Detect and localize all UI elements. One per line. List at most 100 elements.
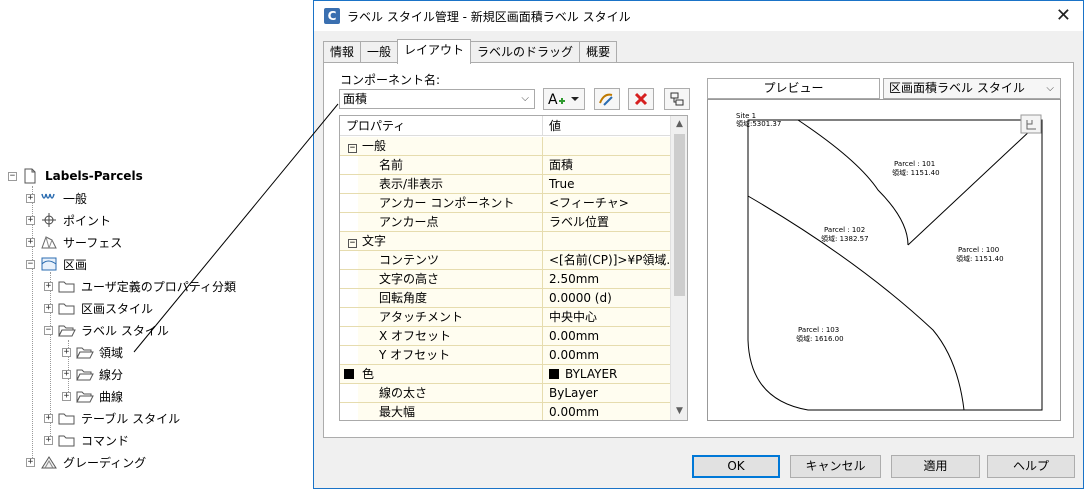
preview-parcel-100: Parcel : 100 [958,246,999,254]
row-gutter [340,384,358,402]
folder-icon [58,300,76,316]
ok-button[interactable]: OK [692,455,780,478]
collapse-icon[interactable]: − [348,239,357,248]
property-value[interactable]: 0.00mm [543,327,671,345]
grid-row[interactable]: 名前 面積 [340,156,671,175]
app-icon: C [324,8,340,24]
tab-general[interactable]: 一般 [360,41,399,63]
cancel-button[interactable]: キャンセル [790,455,881,478]
property-value[interactable]: <フィーチャ> [543,194,671,212]
scroll-down-icon[interactable]: ▼ [671,403,687,420]
expand-icon[interactable]: + [26,457,35,467]
expand-icon[interactable]: + [26,237,35,247]
grid-row[interactable]: 表示/非表示 True [340,175,671,194]
color-property: 色 [340,365,543,383]
grid-row[interactable]: アタッチメント 中央中心 [340,308,671,327]
component-name-label: コンポーネント名: [340,73,441,87]
grid-row[interactable]: 線の太さ ByLayer [340,384,671,403]
expand-icon[interactable]: + [62,369,71,379]
tree-item-surface[interactable]: + サーフェス [26,232,122,252]
grid-category[interactable]: − 一般 [340,137,671,156]
close-icon[interactable]: ✕ [1056,5,1071,26]
apply-button[interactable]: 適用 [891,455,980,478]
grid-row[interactable]: X オフセット 0.00mm [340,327,671,346]
property-value[interactable]: 0.0000 (d) [543,289,671,307]
tree-item-point[interactable]: + ポイント [26,210,111,230]
folder-open-icon [76,366,94,382]
tree-item-parcel[interactable]: − 区画 [26,254,87,274]
property-value[interactable]: <[名前(CP)]>¥P領域... [543,251,671,269]
copy-component-button[interactable] [594,88,620,110]
expand-icon[interactable]: + [62,391,71,401]
tree-root[interactable]: − Labels-Parcels [8,166,143,186]
grid-category[interactable]: − 文字 [340,232,671,251]
collapse-icon[interactable]: − [348,144,357,153]
property-value[interactable]: 面積 [543,156,671,174]
tab-summary[interactable]: 概要 [579,41,618,63]
grid-row[interactable]: 文字の高さ 2.50mm [340,270,671,289]
tree-item-parcel-styles[interactable]: + 区画スタイル [44,298,153,318]
property-value[interactable]: 0.00mm [543,403,671,420]
tree-item-label: ユーザ定義のプロパティ分類 [81,279,237,294]
expand-icon[interactable]: + [44,303,53,313]
document-icon [22,168,40,184]
grid-row[interactable]: コンテンツ <[名前(CP)]>¥P領域... [340,251,671,270]
preview-parcel-101-area: 領域: 1151.40 [892,168,940,177]
row-gutter [340,194,358,212]
preview-site-area: 領域:5301.37 [736,119,781,128]
expand-icon[interactable]: + [44,435,53,445]
delete-component-button[interactable] [628,88,654,110]
grid-row[interactable]: 最大幅 0.00mm [340,403,671,420]
scroll-thumb[interactable] [674,134,685,296]
grid-scrollbar[interactable]: ▲ ▼ [670,116,687,420]
tree-item-table-styles[interactable]: + テーブル スタイル [44,408,180,428]
tab-dragged-state[interactable]: ラベルのドラッグ [470,41,581,63]
tree-item-label: グレーディング [63,455,147,470]
create-component-button[interactable]: A [543,88,585,110]
expand-icon[interactable]: + [62,347,71,357]
tree-item-grading[interactable]: + グレーディング [26,452,146,472]
grid-row[interactable]: Y オフセット 0.00mm [340,346,671,365]
collapse-icon[interactable]: − [44,325,53,335]
grid-row[interactable]: 回転角度 0.0000 (d) [340,289,671,308]
row-gutter [340,213,358,231]
collapse-icon[interactable]: − [8,171,17,181]
property-name: Y オフセット [358,346,543,364]
preview-parcel-102-area: 領域: 1382.57 [821,234,869,243]
property-value[interactable]: ラベル位置 [543,213,671,231]
property-value[interactable]: True [543,175,671,193]
preview-parcel-103: Parcel : 103 [798,326,839,334]
tab-info[interactable]: 情報 [323,41,362,63]
expand-icon[interactable]: + [26,193,35,203]
expand-icon[interactable]: + [26,215,35,225]
tab-layout[interactable]: レイアウト [397,39,472,64]
title-bar[interactable]: C ラベル スタイル管理 - 新規区画面積ラベル スタイル ✕ [314,1,1083,31]
tree-item-curve[interactable]: + 曲線 [62,386,123,406]
help-button[interactable]: ヘルプ [987,455,1075,478]
component-name-select[interactable]: 面積 ⌵ [339,89,535,109]
tree-item-user-props[interactable]: + ユーザ定義のプロパティ分類 [44,276,236,296]
preview-style-select[interactable]: 区画面積ラベル スタイル ⌵ [883,78,1061,99]
grid-row[interactable]: アンカー コンポーネント <フィーチャ> [340,194,671,213]
tree-item-label: 曲線 [99,389,124,404]
tree-item-line[interactable]: + 線分 [62,364,123,384]
tree-item-area[interactable]: + 領域 [62,342,123,362]
expand-icon[interactable]: + [44,281,53,291]
expand-icon[interactable]: + [44,413,53,423]
property-value[interactable]: 中央中心 [543,308,671,326]
grid-row[interactable]: アンカー点 ラベル位置 [340,213,671,232]
label-style-dialog: C ラベル スタイル管理 - 新規区画面積ラベル スタイル ✕ 情報 一般 レイ… [313,0,1084,489]
surface-icon [40,234,58,250]
scroll-up-icon[interactable]: ▲ [671,116,687,133]
property-value[interactable]: BYLAYER [543,365,671,383]
preview-pane: Site 1 領域:5301.37 Parcel : 101 領域: 1151.… [707,99,1061,421]
tree-item-label-styles[interactable]: − ラベル スタイル [44,320,169,340]
tree-item-commands[interactable]: + コマンド [44,430,129,450]
tree-item-general[interactable]: + 一般 [26,188,87,208]
collapse-icon[interactable]: − [26,259,35,269]
component-draw-order-button[interactable] [664,88,690,110]
grid-row-color[interactable]: 色 BYLAYER [340,365,671,384]
property-value[interactable]: 0.00mm [543,346,671,364]
property-value[interactable]: 2.50mm [543,270,671,288]
property-value[interactable]: ByLayer [543,384,671,402]
